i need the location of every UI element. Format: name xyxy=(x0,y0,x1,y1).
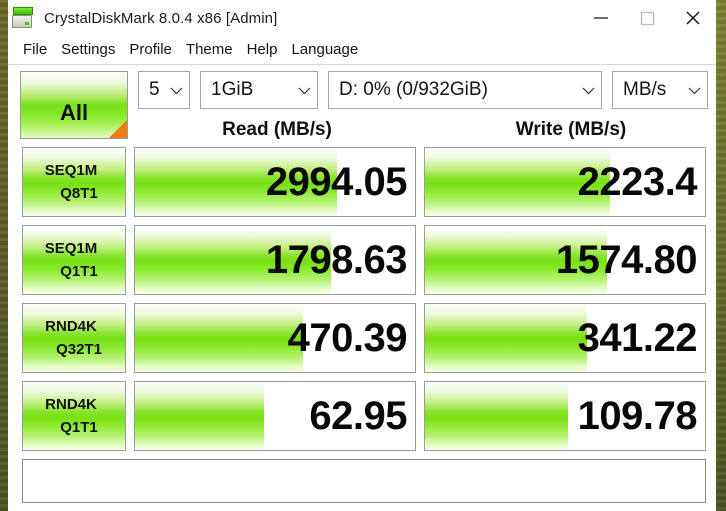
menu-bar: File Settings Profile Theme Help Languag… xyxy=(8,36,716,65)
minimize-icon xyxy=(594,17,608,19)
chevron-down-icon xyxy=(575,86,601,95)
menu-item-profile[interactable]: Profile xyxy=(122,40,179,60)
write-bar-fill xyxy=(425,304,588,372)
minimize-button[interactable] xyxy=(578,0,624,36)
window-controls xyxy=(578,0,716,36)
test-size-select[interactable]: 1GiB xyxy=(200,71,318,109)
read-result-cell[interactable]: 62.95 xyxy=(134,381,416,451)
write-column-header: Write (MB/s) xyxy=(515,119,627,140)
write-bar-fill xyxy=(425,382,568,450)
menu-item-help[interactable]: Help xyxy=(240,40,285,60)
write-result-cell[interactable]: 109.78 xyxy=(424,381,706,451)
read-bar-fill xyxy=(135,304,303,372)
read-score: 1798.63 xyxy=(265,238,408,282)
target-drive-select[interactable]: D: 0% (0/932GiB) xyxy=(328,71,602,109)
test-label-line1: SEQ1M xyxy=(44,161,98,179)
chevron-down-icon xyxy=(681,86,707,95)
comment-input[interactable] xyxy=(22,459,706,503)
read-score: 62.95 xyxy=(309,394,407,438)
unit-select[interactable]: MB/s xyxy=(612,71,708,109)
read-score: 2994.05 xyxy=(265,160,408,204)
read-score: 470.39 xyxy=(287,316,408,360)
table-row: SEQ1M Q1T1 1798.63 1574.80 xyxy=(22,225,706,295)
test-button-seq1m-q8t1[interactable]: SEQ1M Q8T1 xyxy=(22,147,126,217)
test-count-select[interactable]: 5 xyxy=(138,71,190,109)
chevron-down-icon xyxy=(163,86,189,95)
crystaldiskmark-window: CrystalDiskMark 8.0.4 x86 [Admin] File S… xyxy=(8,0,716,511)
test-label-line1: RND4K xyxy=(45,395,97,413)
menu-item-language[interactable]: Language xyxy=(284,40,365,60)
menu-item-file[interactable]: File xyxy=(16,40,54,60)
menu-item-theme[interactable]: Theme xyxy=(179,40,240,60)
test-label-line1: SEQ1M xyxy=(44,239,98,257)
test-label-line2: Q1T1 xyxy=(60,419,98,436)
close-icon xyxy=(686,11,700,25)
test-button-rnd4k-q32t1[interactable]: RND4K Q32T1 xyxy=(22,303,126,373)
write-score: 1574.80 xyxy=(555,238,698,282)
title-bar: CrystalDiskMark 8.0.4 x86 [Admin] xyxy=(8,0,716,36)
test-label-line1: RND4K xyxy=(45,317,97,335)
table-row: RND4K Q1T1 62.95 109.78 xyxy=(22,381,706,451)
write-result-cell[interactable]: 2223.4 xyxy=(424,147,706,217)
test-label-line2: Q32T1 xyxy=(56,341,102,358)
read-column-header: Read (MB/s) xyxy=(222,119,332,140)
test-size-value: 1GiB xyxy=(211,79,254,100)
test-label-line2: Q8T1 xyxy=(60,185,98,202)
write-result-cell[interactable]: 1574.80 xyxy=(424,225,706,295)
maximize-icon xyxy=(640,11,655,26)
read-result-cell[interactable]: 2994.05 xyxy=(134,147,416,217)
close-button[interactable] xyxy=(670,0,716,36)
table-row: RND4K Q32T1 470.39 341.22 xyxy=(22,303,706,373)
unit-value: MB/s xyxy=(623,79,667,100)
test-label-line2: Q1T1 xyxy=(60,263,98,280)
test-button-seq1m-q1t1[interactable]: SEQ1M Q1T1 xyxy=(22,225,126,295)
results-table: SEQ1M Q8T1 2994.05 2223.4 SEQ1M Q1T1 179… xyxy=(8,147,716,451)
write-score: 109.78 xyxy=(577,394,698,438)
write-score: 2223.4 xyxy=(577,160,698,204)
table-row: SEQ1M Q8T1 2994.05 2223.4 xyxy=(22,147,706,217)
write-score: 341.22 xyxy=(577,316,698,360)
test-button-rnd4k-q1t1[interactable]: RND4K Q1T1 xyxy=(22,381,126,451)
menu-item-settings[interactable]: Settings xyxy=(54,40,122,60)
chevron-down-icon xyxy=(291,86,317,95)
test-count-value: 5 xyxy=(149,79,160,100)
maximize-button[interactable] xyxy=(624,0,670,36)
read-result-cell[interactable]: 470.39 xyxy=(134,303,416,373)
toolbar: All 5 1GiB D: 0% (0/932GiB) MB/s xyxy=(8,65,716,139)
write-result-cell[interactable]: 341.22 xyxy=(424,303,706,373)
column-headers: Read (MB/s) Write (MB/s) xyxy=(8,119,716,147)
read-bar-fill xyxy=(135,382,264,450)
target-drive-value: D: 0% (0/932GiB) xyxy=(339,79,488,100)
window-title: CrystalDiskMark 8.0.4 x86 [Admin] xyxy=(44,9,278,27)
app-logo-icon xyxy=(12,7,34,29)
read-result-cell[interactable]: 1798.63 xyxy=(134,225,416,295)
